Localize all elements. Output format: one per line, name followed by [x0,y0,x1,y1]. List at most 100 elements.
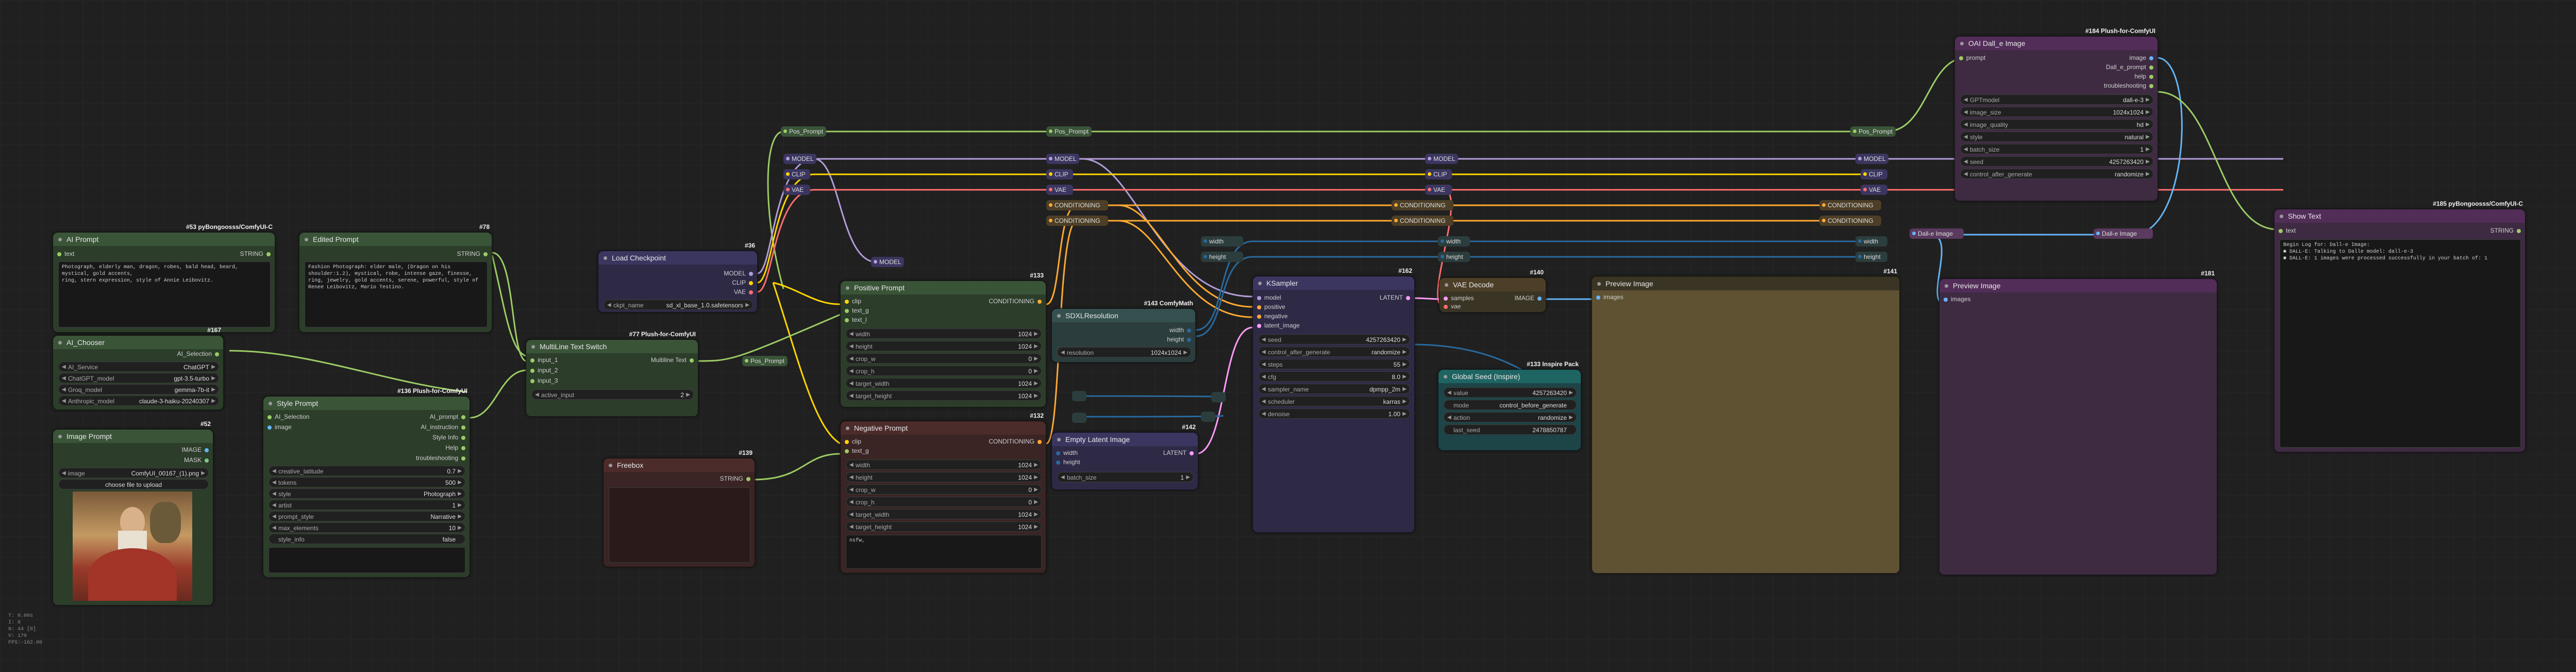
reroute-height-3[interactable]: height [1855,252,1887,262]
image-prompt-node[interactable]: Image Prompt #52 IMAGE MASK ◀ image ComfyU… [53,420,213,605]
dalle-output-troubleshooting[interactable]: troubleshooting [2104,82,2153,89]
preview-image-node-1[interactable]: Preview Image #141 images [1592,268,1900,573]
widget-neg-target-height[interactable]: ◀ target_height 1024 ▶ [846,521,1042,532]
ks-output-latent[interactable]: LATENT [1380,294,1410,301]
widget-seed-last[interactable]: last_seed 2478850787 [1444,424,1577,435]
load-checkpoint-title[interactable]: Load Checkpoint [598,251,757,265]
vae-decode-input-samples[interactable]: samples [1444,294,1474,302]
global-seed-node[interactable]: Global Seed (Inspire) #133 Inspire Pack … [1438,360,1581,451]
reroute-knot[interactable] [1072,391,1086,401]
neg-output-conditioning[interactable]: CONDITIONING [989,438,1042,445]
widget-pos-crop-h[interactable]: ◀ crop_h 0 ▶ [846,366,1042,376]
reroute-dalle-image-1[interactable]: Dall-e Image [1910,228,1964,239]
widget-creative-latitude[interactable]: ◀ creative_latitude 0.7 ▶ [269,466,465,476]
dalle-output-image[interactable]: image [2129,54,2153,61]
positive-prompt-node[interactable]: Positive Prompt #133 clip text_g text_l … [840,272,1046,407]
widget-seed[interactable]: ◀ seed 4257263420 ▶ [1258,334,1410,345]
dalle-image-title[interactable]: OAI Dall_e Image [1955,37,2157,50]
checkpoint-output-vae[interactable]: VAE [734,288,753,296]
reroute-vae-4[interactable]: VAE [1861,185,1887,195]
ai-prompt-textarea[interactable]: Photograph, elderly man, dragon, robes, … [58,261,271,327]
ks-input-model[interactable]: model [1257,294,1281,301]
multiline-switch-title[interactable]: MultiLine Text Switch [526,340,698,353]
freebox-title[interactable]: Freebox [604,458,755,472]
reroute-knot[interactable] [1201,412,1215,422]
widget-ckpt-name[interactable]: ◀ ckpt_name sd_xl_base_1.0.safetensors ▶ [604,300,753,310]
widget-seed-action[interactable]: ◀ action randomize ▶ [1444,412,1577,422]
dalle-output-help[interactable]: help [2134,73,2153,80]
style-prompt-output-troubleshooting[interactable]: troubleshooting [416,454,465,462]
widget-control-after-generate[interactable]: ◀ control_after_generate randomize ▶ [1258,347,1410,357]
widget-image-quality[interactable]: ◀ image_quality hd ▶ [1960,119,2153,129]
widget-active-input[interactable]: ◀ active_input 2 ▶ [531,389,694,400]
sdxl-output-width[interactable]: width [1169,326,1191,334]
reroute-conditioning-6[interactable]: CONDITIONING [1819,216,1881,226]
reroute-conditioning-3[interactable]: CONDITIONING [1392,200,1453,210]
preview-input-images-2[interactable]: images [1944,296,1971,303]
widget-artist[interactable]: ◀ artist 1 ▶ [269,500,465,510]
reroute-height-2[interactable]: height [1438,252,1470,262]
empty-latent-output[interactable]: LATENT [1163,449,1194,456]
widget-sampler-name[interactable]: ◀ sampler_name dpmpp_2m ▶ [1258,384,1410,394]
widget-image-file[interactable]: ◀ image ComfyUI_00167_(1).png ▶ [58,468,209,478]
show-text-node[interactable]: Show Text #185 pyBongoosss/ComfyUI-C tex… [2274,200,2525,452]
empty-latent-title[interactable]: Empty Latent Image [1052,433,1198,446]
reroute-pos-prompt-4[interactable]: Pos_Prompt [1850,126,1896,137]
switch-input-3[interactable]: input_3 [530,377,558,384]
widget-anthropic-model[interactable]: ◀ Anthropic_model claude-3-haiku-20240307 ▶ [58,396,219,406]
reroute-vae-2[interactable]: VAE [1046,185,1073,195]
sdxl-resolution-title[interactable]: SDXLResolution [1052,309,1195,322]
preview-image-title-1[interactable]: Preview Image [1592,277,1899,290]
widget-chatgpt-model[interactable]: ◀ ChatGPT_model gpt-3.5-turbo ▶ [58,373,219,383]
image-prompt-output-image[interactable]: IMAGE [181,446,209,453]
style-prompt-output-help[interactable]: Help [445,444,465,451]
reroute-clip-4[interactable]: CLIP [1861,169,1887,179]
vae-decode-title[interactable]: VAE Decode [1440,278,1546,291]
reroute-conditioning-4[interactable]: CONDITIONING [1392,216,1453,226]
widget-prompt-style[interactable]: ◀ prompt_style Narrative ▶ [269,511,465,521]
preview-image-title-2[interactable]: Preview Image [1939,279,2217,292]
reroute-model-4[interactable]: MODEL [1855,154,1888,164]
empty-latent-input-height[interactable]: height [1056,458,1080,466]
checkpoint-output-model[interactable]: MODEL [724,270,753,277]
widget-seed-mode[interactable]: mode control_before_generate [1444,400,1577,410]
widget-pos-target-height[interactable]: ◀ target_height 1024 ▶ [846,390,1042,401]
style-prompt-textarea[interactable] [269,547,465,573]
widget-style[interactable]: ◀ style Photograph ▶ [269,488,465,499]
pos-input-text-l[interactable]: text_l [845,316,867,323]
style-prompt-input-ai-selection[interactable]: AI_Selection [267,413,309,420]
style-prompt-output-ai-prompt[interactable]: AI_prompt [430,413,465,420]
ks-input-latent[interactable]: latent_image [1257,322,1300,329]
reroute-conditioning-2[interactable]: CONDITIONING [1046,216,1108,226]
edited-prompt-textarea[interactable]: Fashion Photograph: elder male, (Dragon … [305,261,488,327]
widget-scheduler[interactable]: ◀ scheduler karras ▶ [1258,396,1410,406]
freebox-node[interactable]: Freebox #139 STRING [603,449,755,567]
show-text-title[interactable]: Show Text [2274,209,2525,223]
reroute-clip-2[interactable]: CLIP [1046,169,1073,179]
widget-pos-crop-w[interactable]: ◀ crop_w 0 ▶ [846,353,1042,364]
style-prompt-input-image[interactable]: image [267,423,292,431]
widget-dalle-batch[interactable]: ◀ batch_size 1 ▶ [1960,144,2153,154]
image-prompt-output-mask[interactable]: MASK [184,456,209,464]
global-seed-title[interactable]: Global Seed (Inspire) [1438,370,1581,383]
sdxl-output-height[interactable]: height [1167,336,1191,343]
widget-steps[interactable]: ◀ steps 55 ▶ [1258,359,1410,369]
pos-output-conditioning[interactable]: CONDITIONING [989,298,1042,305]
widget-denoise[interactable]: ◀ denoise 1.00 ▶ [1258,408,1410,419]
ai-prompt-input-text[interactable]: text [57,250,74,257]
ai-prompt-title[interactable]: AI Prompt [53,233,275,246]
style-prompt-title[interactable]: Style Prompt [263,397,470,410]
reroute-clip-3[interactable]: CLIP [1425,169,1452,179]
switch-input-2[interactable]: input_2 [530,367,558,374]
ai-prompt-output-string[interactable]: STRING [240,250,271,257]
widget-neg-crop-w[interactable]: ◀ crop_w 0 ▶ [846,484,1042,495]
style-prompt-node[interactable]: Style Prompt #136 Plush-for-ComfyUI AI_S… [263,387,470,578]
ks-input-positive[interactable]: positive [1257,303,1285,310]
reroute-dalle-image-2[interactable]: Dall-e Image [2094,228,2153,239]
reroute-conditioning-1[interactable]: CONDITIONING [1046,200,1108,210]
widget-neg-height[interactable]: ◀ height 1024 ▶ [846,472,1042,482]
sdxl-resolution-node[interactable]: SDXLResolution #143 ComfyMath width heig… [1051,300,1196,363]
ai-chooser-node[interactable]: AI_Chooser #167 AI_Selection ◀ AI_Service… [53,326,224,410]
vae-decode-node[interactable]: VAE Decode #140 samples vae IMAGE [1439,269,1546,313]
negative-prompt-title[interactable]: Negative Prompt [841,421,1046,435]
